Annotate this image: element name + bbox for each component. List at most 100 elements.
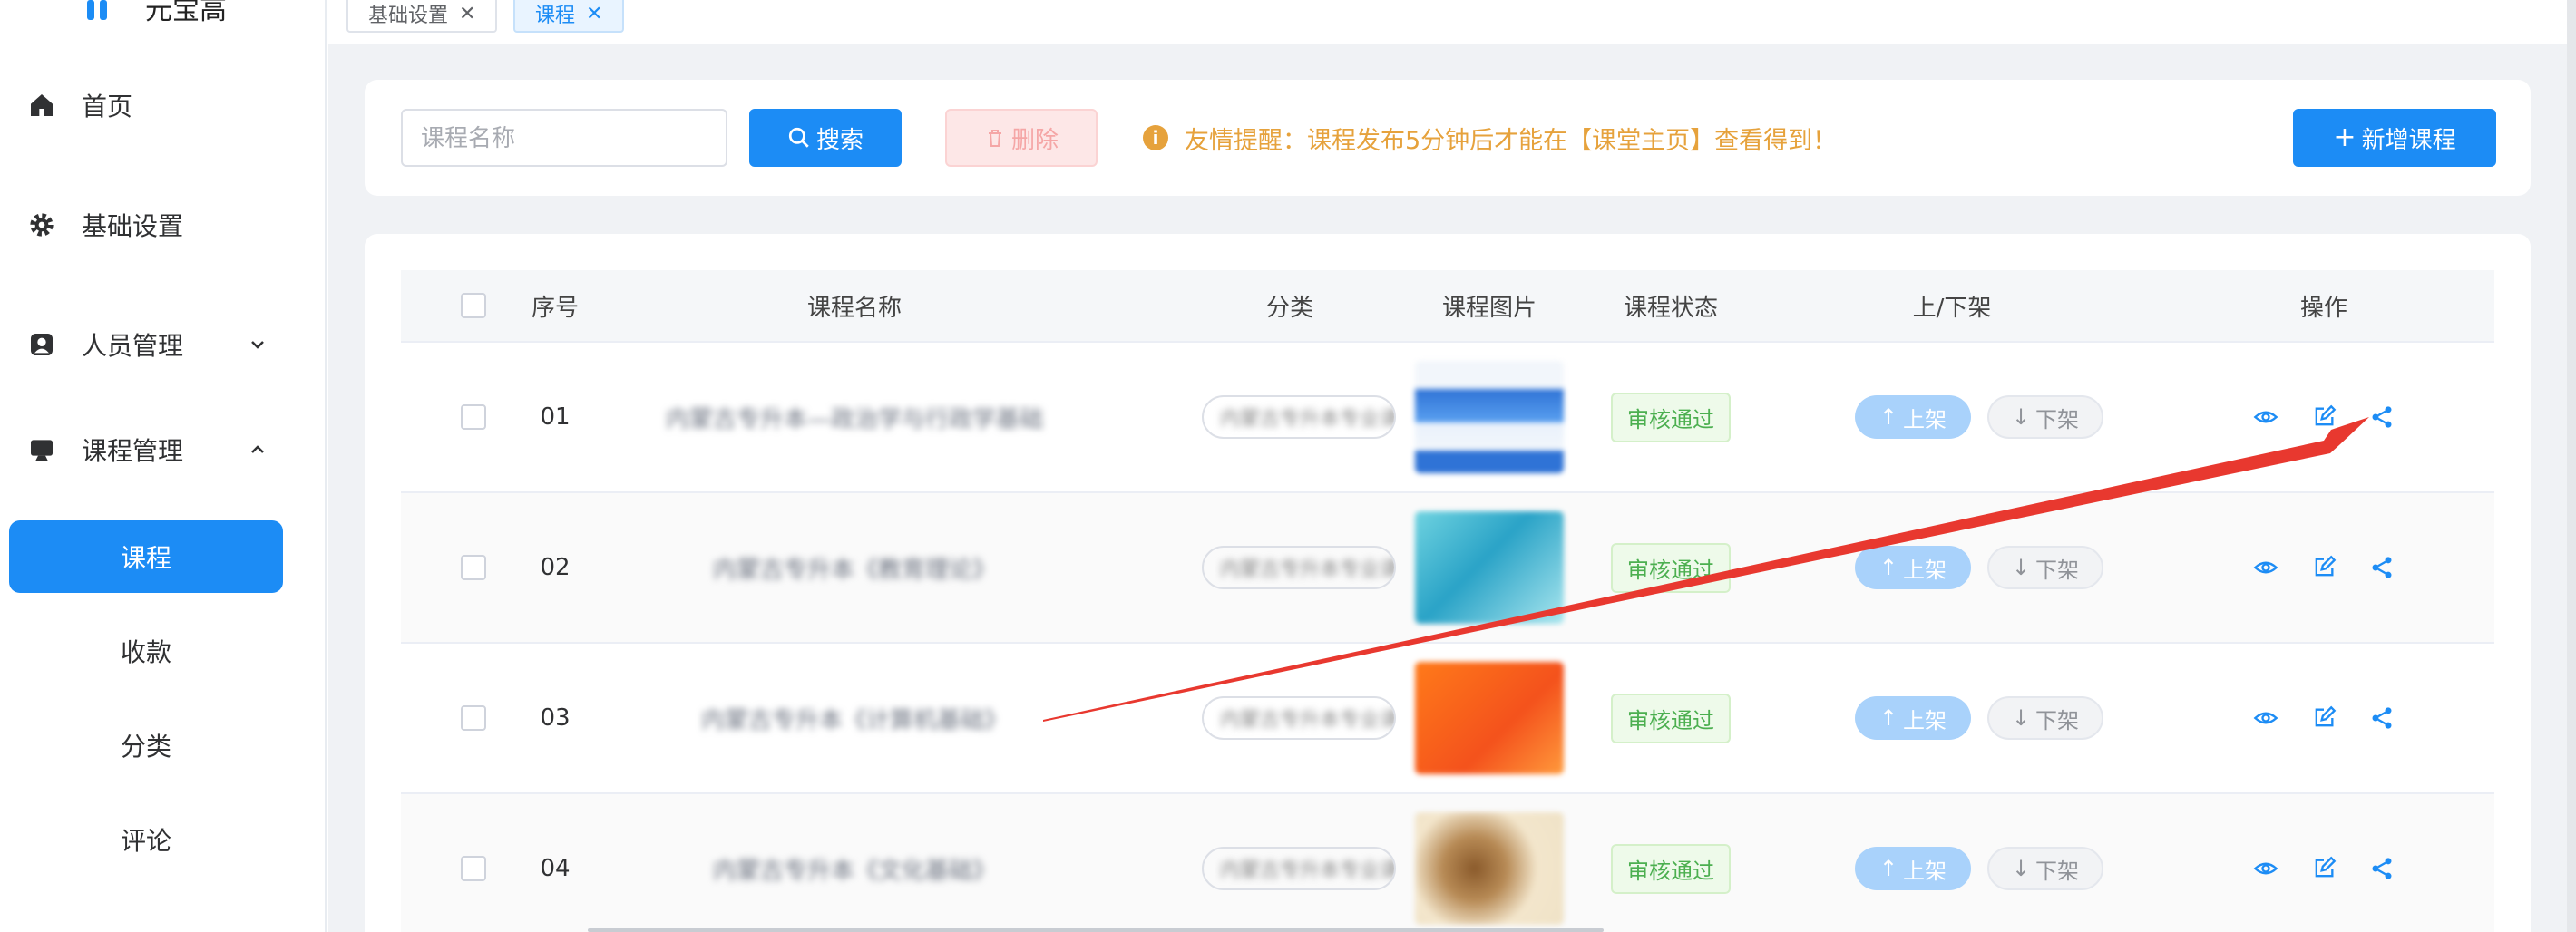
gear-icon xyxy=(27,210,56,239)
row-checkbox[interactable] xyxy=(461,404,486,430)
sidebar-item-course-management[interactable]: 课程管理 xyxy=(0,421,327,479)
course-thumbnail[interactable] xyxy=(1415,662,1564,774)
header-category: 分类 xyxy=(1265,294,1313,322)
row-image-cell xyxy=(1408,343,1571,491)
row-image-cell xyxy=(1408,644,1571,792)
app-root: 元宝高 首页 基础设置 人员管理 课程管理 课程 收款 分类 评论 基础设置 ✕… xyxy=(0,0,2576,932)
unshelve-button[interactable]: ↓ 下架 xyxy=(1987,395,2103,439)
unshelve-button[interactable]: ↓ 下架 xyxy=(1987,546,2103,589)
table-row: 02 内蒙古专升本《教育理论》 内蒙古专升本专业课 审核通过 ↑ 上架 ↓ 下架 xyxy=(401,493,2494,644)
row-course-name: 内蒙古专升本《计算机基础》 xyxy=(700,706,1008,734)
tab-course[interactable]: 课程 ✕ xyxy=(513,0,625,33)
status-badge: 审核通过 xyxy=(1611,392,1731,442)
close-icon[interactable]: ✕ xyxy=(459,3,475,25)
row-checkbox[interactable] xyxy=(461,555,486,580)
select-all-checkbox[interactable] xyxy=(461,293,486,318)
home-icon xyxy=(27,91,56,120)
add-course-button[interactable]: + 新增课程 xyxy=(2293,109,2496,167)
horizontal-scrollbar[interactable] xyxy=(588,928,1604,932)
vertical-scrollbar[interactable] xyxy=(2567,0,2576,932)
shelve-button[interactable]: ↑ 上架 xyxy=(1855,696,1971,740)
edit-icon[interactable] xyxy=(2311,404,2337,430)
header-name: 课程名称 xyxy=(806,294,902,322)
row-actions-cell xyxy=(2215,794,2433,932)
edit-icon[interactable] xyxy=(2311,555,2337,580)
course-thumbnail[interactable] xyxy=(1415,361,1564,473)
unshelve-button[interactable]: ↓ 下架 xyxy=(1987,847,2103,890)
edit-icon[interactable] xyxy=(2311,705,2337,731)
row-status-cell: 审核通过 xyxy=(1589,493,1752,642)
shelve-button[interactable]: ↑ 上架 xyxy=(1855,395,1971,439)
row-category-cell: 内蒙古专升本专业课 xyxy=(1199,644,1399,792)
delete-button-label: 删除 xyxy=(1010,126,1059,154)
search-input[interactable] xyxy=(401,109,727,167)
header-index: 序号 xyxy=(531,294,579,322)
share-icon[interactable] xyxy=(2369,705,2395,731)
row-actions-cell xyxy=(2215,343,2433,491)
notice: i 友情提醒：课程发布5分钟后才能在【课堂主页】查看得到！ xyxy=(1143,109,1837,167)
view-icon[interactable] xyxy=(2253,555,2278,580)
add-course-button-label: 新增课程 xyxy=(2361,126,2456,154)
view-icon[interactable] xyxy=(2253,856,2278,881)
row-status-cell: 审核通过 xyxy=(1589,794,1752,932)
header-status: 课程状态 xyxy=(1623,294,1718,322)
row-select-cell[interactable] xyxy=(437,343,510,491)
sidebar-item-home[interactable]: 首页 xyxy=(0,76,327,134)
share-icon[interactable] xyxy=(2369,555,2395,580)
view-icon[interactable] xyxy=(2253,404,2278,430)
row-category-text: 内蒙古专升本专业课 xyxy=(1220,709,1396,732)
share-icon[interactable] xyxy=(2369,404,2395,430)
search-icon xyxy=(788,127,809,148)
table-header: 序号 课程名称 分类 课程图片 课程状态 上/下架 操作 xyxy=(401,270,2494,343)
row-status-cell: 审核通过 xyxy=(1589,343,1752,491)
row-category-text: 内蒙古专升本专业课 xyxy=(1220,408,1396,431)
row-actions-cell xyxy=(2215,644,2433,792)
row-select-cell[interactable] xyxy=(437,794,510,932)
row-category-cell: 内蒙古专升本专业课 xyxy=(1199,794,1399,932)
row-checkbox[interactable] xyxy=(461,705,486,731)
row-select-cell[interactable] xyxy=(437,644,510,792)
row-index: 04 xyxy=(540,855,571,882)
sidebar: 元宝高 首页 基础设置 人员管理 课程管理 课程 收款 分类 评论 xyxy=(0,0,327,932)
sidebar-item-staff[interactable]: 人员管理 xyxy=(0,316,327,374)
status-badge: 审核通过 xyxy=(1611,843,1731,894)
row-select-cell[interactable] xyxy=(437,493,510,642)
view-icon[interactable] xyxy=(2253,705,2278,731)
tab-basic-settings[interactable]: 基础设置 ✕ xyxy=(346,0,498,33)
shelve-button-label: 上架 xyxy=(1903,406,1947,432)
arrow-down-icon: ↓ xyxy=(2011,705,2031,731)
course-thumbnail[interactable] xyxy=(1415,511,1564,624)
header-image: 课程图片 xyxy=(1441,294,1537,322)
close-icon[interactable]: ✕ xyxy=(586,3,602,25)
row-course-name: 内蒙古专升本《文化基础》 xyxy=(712,857,996,885)
sidebar-subitem-payment[interactable]: 收款 xyxy=(9,615,283,687)
tab-label: 基础设置 xyxy=(368,5,449,27)
sidebar-subitem-course[interactable]: 课程 xyxy=(9,520,283,593)
edit-icon[interactable] xyxy=(2311,856,2337,881)
shelve-button-label: 上架 xyxy=(1903,707,1947,733)
course-thumbnail[interactable] xyxy=(1415,812,1564,925)
sidebar-item-basic-settings[interactable]: 基础设置 xyxy=(0,196,327,254)
row-index: 02 xyxy=(540,554,571,581)
sidebar-subitem-category[interactable]: 分类 xyxy=(9,709,283,782)
unshelve-button[interactable]: ↓ 下架 xyxy=(1987,696,2103,740)
header-select-all[interactable] xyxy=(437,270,510,341)
row-category-tag: 内蒙古专升本专业课 xyxy=(1202,696,1396,740)
shelve-button[interactable]: ↑ 上架 xyxy=(1855,847,1971,890)
shelve-button[interactable]: ↑ 上架 xyxy=(1855,546,1971,589)
shelve-button-label: 上架 xyxy=(1903,557,1947,583)
row-checkbox[interactable] xyxy=(461,856,486,881)
status-badge: 审核通过 xyxy=(1611,693,1731,743)
sidebar-item-label: 人员管理 xyxy=(82,331,184,361)
row-category-cell: 内蒙古专升本专业课 xyxy=(1199,343,1399,491)
row-category-text: 内蒙古专升本专业课 xyxy=(1220,859,1396,882)
sidebar-subitem-comment[interactable]: 评论 xyxy=(9,803,283,876)
user-icon xyxy=(27,330,56,359)
share-icon[interactable] xyxy=(2369,856,2395,881)
row-actions-cell xyxy=(2215,493,2433,642)
row-status-cell: 审核通过 xyxy=(1589,644,1752,792)
delete-button[interactable]: 删除 xyxy=(945,109,1098,167)
status-badge: 审核通过 xyxy=(1611,542,1731,593)
search-button[interactable]: 搜索 xyxy=(749,109,902,167)
row-course-name: 内蒙古专升本—政治学与行政学基础 xyxy=(665,405,1043,433)
